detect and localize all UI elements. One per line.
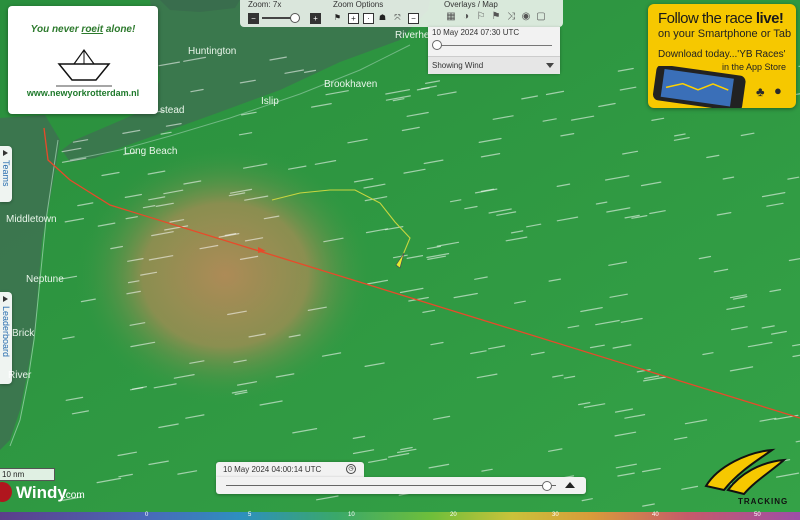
zoom-to-fleet-icon[interactable]: ⚑ [333,13,342,22]
map-scale: 10 nm [0,468,55,481]
map-controls-bar: Zoom: 7x Zoom Options Overlays / Map − +… [240,0,563,27]
wind-flag-overlay-icon[interactable]: ⚐ [476,12,486,22]
weather-time-slider-knob[interactable] [432,40,442,50]
legend-tick: 20 [450,512,457,518]
zoom-target-icon[interactable]: · [363,13,374,24]
teams-tab-label: Teams [1,160,11,187]
legend-tick: 5 [248,512,252,518]
sponsor-tagline: You never roeit alone! [30,24,136,35]
group-icon[interactable]: ☗ [378,13,387,22]
place-label: Long Beach [124,146,177,157]
shuffle-overlay-icon[interactable]: ⤨ [506,12,516,22]
place-label: Neptune [26,274,64,285]
windy-name: Windy [16,483,67,502]
timeline-slider-knob[interactable] [542,481,553,491]
place-label: stead [160,105,184,116]
legend-tick: 10 [348,512,355,518]
sponsor-card[interactable]: You never roeit alone! www.newyorkrotter… [8,6,158,114]
windy-suffix: .com [63,490,85,501]
ad-download-line: Download today...'YB Races' [658,49,786,60]
zoom-out-button[interactable]: − [248,13,259,24]
play-icon[interactable] [565,482,575,488]
weather-timestamp: 10 May 2024 07:30 UTC [432,28,520,37]
timeline-bar [216,477,586,494]
moon-overlay-icon[interactable]: ◑ [461,12,471,22]
course-flag-overlay-icon[interactable]: ⚑ [491,12,501,22]
place-label: Islip [261,96,279,107]
sponsor-url[interactable]: www.newyorkrotterdam.nl [8,88,158,98]
wind-speed-legend: 0 5 10 20 30 40 50 [0,512,800,520]
apple-icon: ● [774,83,782,98]
map-style-overlay-icon[interactable]: ▢ [536,12,546,22]
app-store-ad[interactable]: Follow the race live! on your Smartphone… [648,4,796,108]
zoom-in-button[interactable]: + [310,13,321,24]
weather-time-slider-track[interactable] [434,45,552,46]
legend-tick: 40 [652,512,659,518]
overlay-select[interactable]: Showing Wind [428,56,560,74]
clock-icon[interactable]: ◷ [346,464,356,474]
legend-tick: 0 [145,512,149,518]
android-icon: ♣ [756,84,765,99]
place-label: Brookhaven [324,79,377,90]
yb-logo-text: TRACKING [738,497,788,506]
teams-tab[interactable]: Teams [0,146,12,202]
paper-boat-icon [56,48,112,87]
yb-tracking-logo[interactable]: TRACKING [698,446,790,508]
leaderboard-tab[interactable]: Leaderboard [0,292,12,384]
yb-logo-mark-icon [704,448,788,496]
globe-overlay-icon[interactable]: ◉ [521,12,531,22]
ad-subline: on your Smartphone or Tab [658,28,792,40]
chevron-right-icon [3,296,8,302]
weather-time-panel: 10 May 2024 07:30 UTC Showing Wind [428,27,560,74]
overlay-select-value: Showing Wind [432,61,484,70]
wind-speed-gradient [0,512,800,520]
race-timeline: 10 May 2024 04:00:14 UTC ◷ [216,462,586,494]
legend-tick: 30 [552,512,559,518]
zoom-options-label: Zoom Options [333,0,384,9]
timeline-time-tab: 10 May 2024 04:00:14 UTC ◷ [216,462,364,477]
legend-tick: 50 [754,512,761,518]
place-label: Middletown [6,214,57,225]
fit-all-icon[interactable]: ⤧ [393,13,402,22]
zoom-slider-knob[interactable] [290,13,300,23]
ad-headline: Follow the race live! [658,10,784,27]
chevron-down-icon [546,63,554,68]
timeline-timestamp: 10 May 2024 04:00:14 UTC [223,465,322,474]
zoom-plus-icon[interactable]: + [348,13,359,24]
place-label: Brick [12,328,35,339]
timeline-slider-track[interactable] [226,485,556,486]
zoom-level-label: Zoom: 7x [248,0,282,9]
calm-wind-zone [75,145,375,405]
smartphone-icon [652,66,746,108]
minimize-icon[interactable]: − [408,13,419,24]
grid-overlay-icon[interactable]: ▦ [446,12,456,22]
leaderboard-tab-label: Leaderboard [1,306,11,358]
chevron-right-icon [3,150,8,156]
overlays-label: Overlays / Map [444,0,498,9]
place-label: Huntington [188,46,236,57]
zoom-slider-track[interactable] [262,17,292,19]
